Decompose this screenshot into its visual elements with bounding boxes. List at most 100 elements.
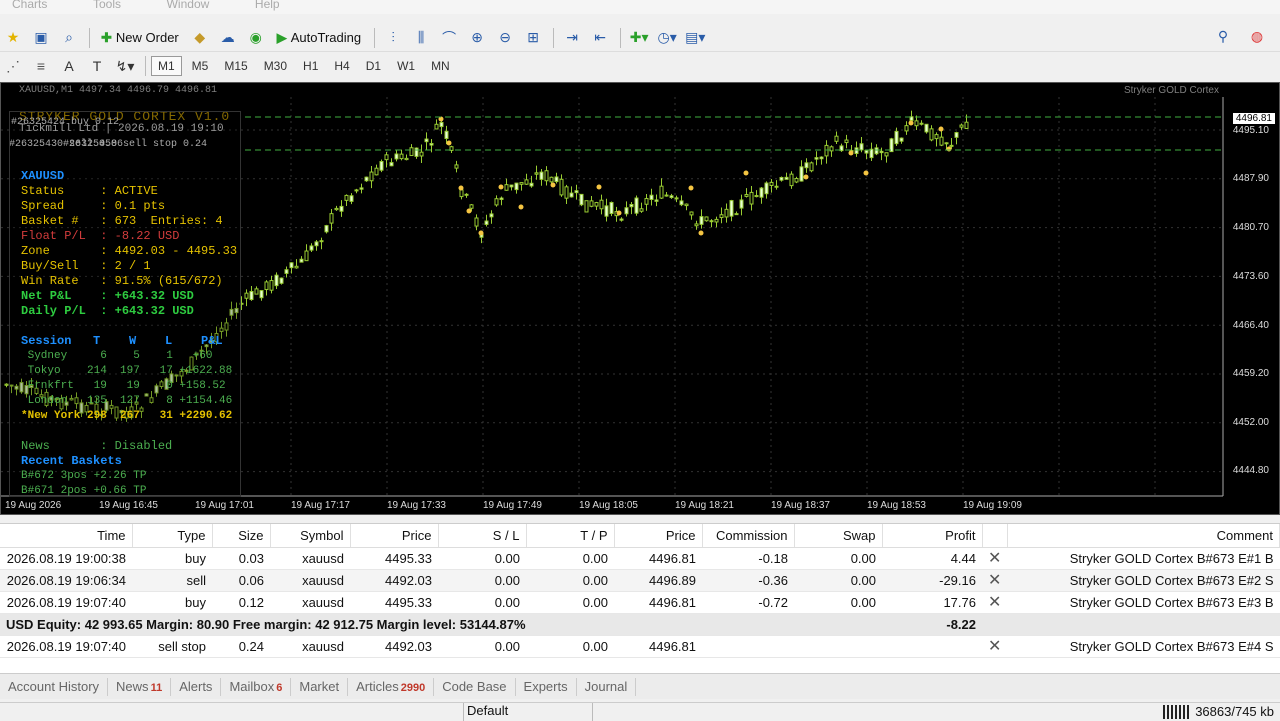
periods-icon[interactable]: ◷▾ bbox=[654, 26, 680, 50]
tab-journal[interactable]: Journal bbox=[577, 677, 637, 696]
table-row[interactable]: 2026.08.19 19:07:40 buy 0.12 xauusd 4495.33 0… bbox=[0, 591, 1280, 614]
indicators-icon[interactable]: ✚▾ bbox=[626, 26, 652, 50]
table-cell: 2026.08.19 19:07:40 bbox=[0, 591, 132, 614]
candlestick-icon[interactable]: ⫼ bbox=[408, 26, 434, 50]
close-icon[interactable]: ✕ bbox=[982, 547, 1008, 570]
column-header[interactable]: Price bbox=[350, 524, 439, 548]
column-header[interactable]: Type bbox=[132, 524, 213, 548]
menu-charts[interactable]: Charts bbox=[12, 0, 47, 10]
bar-chart-icon[interactable]: ⫶ bbox=[380, 26, 406, 50]
candle-body bbox=[704, 216, 709, 222]
zoom-in-icon[interactable]: ⊕ bbox=[464, 26, 490, 50]
fibonacci-icon[interactable]: ⋰ bbox=[0, 54, 26, 78]
connection-status[interactable]: 36863/745 kb bbox=[1163, 704, 1274, 719]
candle-body bbox=[594, 202, 599, 207]
column-header[interactable]: Time bbox=[0, 524, 133, 548]
equidistant-channel-icon[interactable]: ≡ bbox=[28, 54, 54, 78]
candle-body bbox=[559, 178, 564, 196]
candle-body bbox=[419, 151, 424, 157]
text-icon[interactable]: A bbox=[56, 54, 82, 78]
timeframe-m5[interactable]: M5 bbox=[186, 57, 215, 75]
tab-articles[interactable]: Articles 2990 bbox=[348, 677, 435, 696]
time-tick: 19 Aug 18:21 bbox=[675, 500, 734, 511]
column-header[interactable]: Price bbox=[614, 524, 703, 548]
column-header[interactable]: Swap bbox=[794, 524, 883, 548]
panel-buy-sell: Buy/Sell : 2 / 1 bbox=[21, 259, 151, 273]
candle-body bbox=[334, 207, 339, 211]
table-row[interactable]: 2026.08.19 19:00:38 buy 0.03 xauusd 4495.33 0… bbox=[0, 547, 1280, 570]
table-cell bbox=[982, 613, 1280, 636]
autoscroll-icon[interactable]: ⇥ bbox=[559, 26, 585, 50]
time-tick: 19 Aug 18:53 bbox=[867, 500, 926, 511]
timeframe-m15[interactable]: M15 bbox=[218, 57, 253, 75]
line-chart-icon[interactable]: ⌒ bbox=[436, 26, 462, 50]
new-order-button[interactable]: ✚ New Order bbox=[95, 26, 185, 50]
timeframe-m30[interactable]: M30 bbox=[258, 57, 293, 75]
candle-body bbox=[944, 142, 949, 145]
zoom-out-icon[interactable]: ⊖ bbox=[492, 26, 518, 50]
text-label-icon[interactable]: T bbox=[84, 54, 110, 78]
profiles-icon[interactable]: ▣ bbox=[28, 26, 54, 50]
menu-window[interactable]: Window bbox=[167, 0, 210, 10]
chart-window[interactable]: XAUUSD,M1 4497.34 4496.79 4496.81 Stryke… bbox=[0, 82, 1280, 515]
connection-bars-icon bbox=[1163, 704, 1192, 719]
tab-account-history[interactable]: Account History bbox=[0, 677, 109, 696]
timeframe-mn[interactable]: MN bbox=[425, 57, 456, 75]
candle-body bbox=[774, 185, 779, 188]
candle-body bbox=[579, 193, 584, 206]
time-tick: 19 Aug 18:37 bbox=[771, 500, 830, 511]
timeframe-m1[interactable]: M1 bbox=[151, 56, 182, 76]
candle-body bbox=[249, 290, 254, 301]
table-cell: xauusd bbox=[270, 591, 350, 614]
panel-session-row: Tokyo 214 197 17 +1622.88 bbox=[21, 365, 233, 377]
column-header[interactable]: Size bbox=[212, 524, 271, 548]
search-icon[interactable]: ⚲ bbox=[1210, 24, 1236, 48]
close-icon[interactable]: ✕ bbox=[982, 635, 1008, 658]
signals-icon[interactable]: ☁ bbox=[215, 26, 241, 50]
panel-recent-row: B#671 2pos +0.66 TP bbox=[21, 485, 147, 497]
close-icon[interactable]: ✕ bbox=[982, 569, 1008, 592]
tab-market[interactable]: Market bbox=[291, 677, 349, 696]
table-cell: 4496.81 bbox=[614, 635, 702, 658]
timeframe-d1[interactable]: D1 bbox=[360, 57, 387, 75]
candle-body bbox=[389, 162, 394, 167]
profile-name[interactable]: Default bbox=[463, 703, 593, 721]
market-icon[interactable]: ◉ bbox=[243, 26, 269, 50]
column-header[interactable] bbox=[982, 524, 1008, 548]
table-row[interactable]: 2026.08.19 19:06:34 sell 0.06 xauusd 4492.03… bbox=[0, 569, 1280, 592]
close-icon[interactable]: ✕ bbox=[982, 591, 1008, 614]
column-header[interactable]: S / L bbox=[438, 524, 527, 548]
autotrading-button[interactable]: ▶ AutoTrading bbox=[271, 26, 367, 50]
tab-alerts[interactable]: Alerts bbox=[171, 677, 222, 696]
trade-marker bbox=[743, 170, 749, 176]
tile-windows-icon[interactable]: ⊞ bbox=[520, 26, 546, 50]
column-header[interactable]: Commission bbox=[702, 524, 795, 548]
table-row[interactable]: 2026.08.19 19:07:40 sell stop 0.24 xauusd 44… bbox=[0, 635, 1280, 658]
favorites-icon[interactable]: ★ bbox=[0, 26, 26, 50]
menu-help[interactable]: Help bbox=[255, 0, 280, 10]
toolbar-separator bbox=[374, 27, 376, 48]
notifications-icon[interactable]: ◍ bbox=[1244, 24, 1270, 48]
menu-bar: Charts Tools Window Help bbox=[0, 0, 1280, 14]
column-header[interactable]: Profit bbox=[882, 524, 983, 548]
column-header[interactable]: Symbol bbox=[270, 524, 351, 548]
tab-news[interactable]: News 11 bbox=[108, 677, 172, 696]
chart-shift-icon[interactable]: ⇤ bbox=[587, 26, 613, 50]
column-header[interactable]: Comment bbox=[1007, 524, 1280, 548]
zoom-window-icon[interactable]: ⌕ bbox=[56, 26, 82, 50]
candle-body bbox=[794, 178, 799, 183]
templates-icon[interactable]: ▤▾ bbox=[682, 26, 708, 50]
column-header[interactable]: T / P bbox=[526, 524, 615, 548]
timeframe-w1[interactable]: W1 bbox=[391, 57, 421, 75]
timeframe-h1[interactable]: H1 bbox=[297, 57, 324, 75]
trade-marker bbox=[908, 120, 914, 126]
tab-mailbox[interactable]: Mailbox 6 bbox=[221, 677, 292, 696]
menu-tools[interactable]: Tools bbox=[93, 0, 121, 10]
tab-code-base[interactable]: Code Base bbox=[434, 677, 516, 696]
arrows-icon[interactable]: ↯▾ bbox=[112, 54, 138, 78]
metaeditor-icon[interactable]: ◆ bbox=[187, 26, 213, 50]
candle-body bbox=[684, 203, 689, 207]
tab-experts[interactable]: Experts bbox=[516, 677, 577, 696]
timeframe-h4[interactable]: H4 bbox=[328, 57, 355, 75]
tab-label: Alerts bbox=[179, 678, 213, 694]
